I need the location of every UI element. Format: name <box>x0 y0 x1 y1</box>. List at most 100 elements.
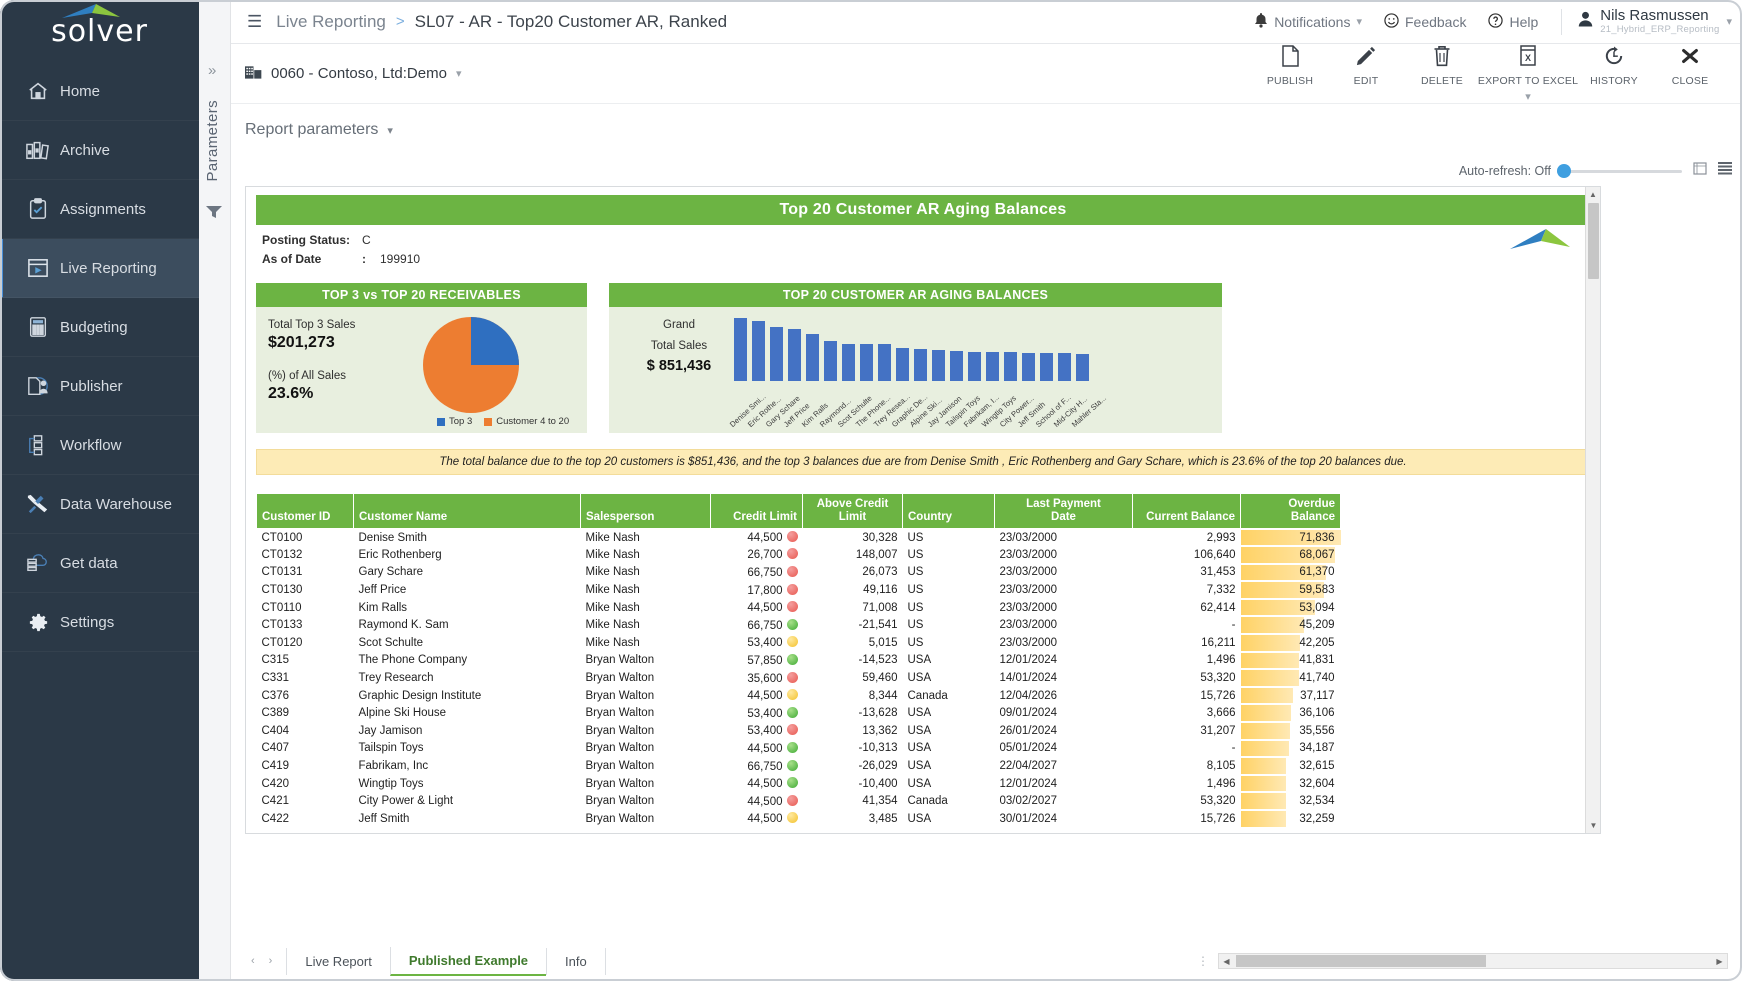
table-row[interactable]: C376Graphic Design InstituteBryan Walton… <box>257 687 1341 705</box>
edit-label: EDIT <box>1354 75 1379 87</box>
canvas-vertical-scrollbar[interactable]: ▲ ▼ <box>1585 187 1600 833</box>
breadcrumb-current[interactable]: SL07 - AR - Top20 Customer AR, Ranked <box>415 12 727 32</box>
table-row[interactable]: C315The Phone CompanyBryan Walton57,850-… <box>257 652 1341 670</box>
chevron-down-icon[interactable]: ▾ <box>1525 90 1531 103</box>
sidebar-item-data-warehouse[interactable]: Data Warehouse <box>0 475 199 534</box>
toggle-knob[interactable] <box>1557 164 1571 178</box>
table-row[interactable]: C421City Power & LightBryan Walton44,500… <box>257 792 1341 810</box>
breadcrumb-root[interactable]: Live Reporting <box>276 12 386 32</box>
report-parameters-toggle[interactable]: Report parameters <box>245 121 378 139</box>
table-row[interactable]: CT0130Jeff PriceMike Nash17,80049,116US2… <box>257 581 1341 599</box>
table-header-salesperson[interactable]: Salesperson <box>581 494 711 529</box>
horizontal-scrollbar[interactable]: ◀ ▶ <box>1218 953 1728 969</box>
table-header-customer_id[interactable]: Customer ID <box>257 494 354 529</box>
sidebar-item-label: Data Warehouse <box>60 496 172 513</box>
table-header-last_payment_date[interactable]: Last PaymentDate <box>995 494 1133 529</box>
tab-published-example[interactable]: Published Example <box>390 947 546 976</box>
sidebar-item-live-reporting[interactable]: Live Reporting <box>0 239 199 298</box>
cell-salesperson: Bryan Walton <box>581 792 711 810</box>
close-button[interactable]: CLOSE <box>1652 45 1728 87</box>
sidebar-item-workflow[interactable]: Workflow <box>0 416 199 475</box>
delete-button[interactable]: DELETE <box>1404 45 1480 87</box>
table-row[interactable]: CT0110Kim RallsMike Nash44,50071,008US23… <box>257 599 1341 617</box>
history-button[interactable]: HISTORY <box>1576 45 1652 87</box>
sidebar-item-home[interactable]: Home <box>0 62 199 121</box>
scroll-down-button[interactable]: ▼ <box>1586 818 1601 833</box>
table-row[interactable]: CT0120Scot SchulteMike Nash53,4005,015US… <box>257 634 1341 652</box>
sheet-next-button[interactable]: › <box>269 955 273 967</box>
table-row[interactable]: C420Wingtip ToysBryan Walton44,500-10,40… <box>257 775 1341 793</box>
table-header-customer_name[interactable]: Customer Name <box>354 494 581 529</box>
table-row[interactable]: C407Tailspin ToysBryan Walton44,500-10,3… <box>257 740 1341 758</box>
feedback-button[interactable]: Feedback <box>1375 8 1475 36</box>
user-text-block: Nils Rasmussen 21_Hybrid_ERP_Reporting <box>1600 8 1719 35</box>
grip-dots-icon[interactable]: ⋮ <box>1197 954 1210 968</box>
cell-customer_name: Eric Rothenberg <box>354 546 581 564</box>
table-row[interactable]: C404Jay JamisonBryan Walton53,40013,362U… <box>257 722 1341 740</box>
table-header-current_balance[interactable]: Current Balance <box>1133 494 1241 529</box>
table-row[interactable]: C331Trey ResearchBryan Walton35,60059,46… <box>257 669 1341 687</box>
hscroll-track[interactable] <box>1234 954 1712 968</box>
table-row[interactable]: CT0131Gary SchareMike Nash66,75026,073US… <box>257 564 1341 582</box>
company-selector[interactable]: 0060 - Contoso, Ltd:Demo ▾ <box>245 64 461 84</box>
sidebar-item-budgeting[interactable]: Budgeting <box>0 298 199 357</box>
divider <box>1561 9 1562 35</box>
table-header-country[interactable]: Country <box>903 494 995 529</box>
cell-customer_name: Graphic Design Institute <box>354 687 581 705</box>
edit-button[interactable]: EDIT <box>1328 45 1404 87</box>
scroll-up-button[interactable]: ▲ <box>1586 187 1600 202</box>
help-button[interactable]: Help <box>1479 8 1547 36</box>
grid-view-icon[interactable] <box>1718 162 1732 180</box>
publish-button[interactable]: PUBLISH <box>1252 45 1328 87</box>
table-header-above_credit_limit[interactable]: Above CreditLimit <box>803 494 903 529</box>
horizontal-scroll-thumb[interactable] <box>1236 955 1486 967</box>
table-row[interactable]: C419Fabrikam, IncBryan Walton66,750-26,0… <box>257 757 1341 775</box>
user-menu[interactable]: Nils Rasmussen 21_Hybrid_ERP_Reporting ▾ <box>1576 6 1736 37</box>
brand-logo[interactable]: solver <box>0 0 199 62</box>
filter-icon[interactable] <box>206 205 222 224</box>
pie-chart <box>423 317 519 418</box>
menu-hamburger-icon[interactable]: ☰ <box>243 13 276 30</box>
table-row[interactable]: CT0100Denise SmithMike Nash44,50030,328U… <box>257 529 1341 547</box>
bar-chart-bar <box>1022 353 1035 381</box>
chevron-down-icon[interactable]: ▾ <box>456 67 462 80</box>
sidebar-item-publisher[interactable]: Publisher <box>0 357 199 416</box>
tab-live-report[interactable]: Live Report <box>286 948 389 975</box>
cell-current_balance: 7,332 <box>1133 581 1241 599</box>
cell-customer_id: C315 <box>257 652 354 670</box>
sidebar-item-get-data[interactable]: Get data <box>0 534 199 593</box>
cell-customer_name: Wingtip Toys <box>354 775 581 793</box>
cell-customer_id: CT0130 <box>257 581 354 599</box>
summary-callout: The total balance due to the top 20 cust… <box>256 449 1590 475</box>
tab-info[interactable]: Info <box>546 948 606 975</box>
fullscreen-icon[interactable] <box>1693 162 1707 180</box>
hscroll-left-button[interactable]: ◀ <box>1219 957 1234 966</box>
sidebar-item-settings[interactable]: Settings <box>0 593 199 652</box>
chevron-down-icon[interactable]: ▾ <box>1726 15 1732 28</box>
cell-above_credit_limit: -14,523 <box>803 652 903 670</box>
table-row[interactable]: C389Alpine Ski HouseBryan Walton53,400-1… <box>257 704 1341 722</box>
table-header-overdue_balance[interactable]: Overdue Balance <box>1241 494 1341 529</box>
export-to-excel-button[interactable]: X EXPORT TO EXCEL ▾ <box>1480 45 1576 103</box>
chevron-down-icon[interactable]: ▾ <box>387 124 393 137</box>
overdue-databar <box>1241 688 1293 704</box>
expand-parameters-button[interactable]: » <box>208 62 216 79</box>
auto-refresh-toggle[interactable] <box>1557 164 1682 178</box>
panel-a-header: TOP 3 vs TOP 20 RECEIVABLES <box>256 283 587 307</box>
table-header-credit_limit[interactable]: Credit Limit <box>711 494 803 529</box>
table-row[interactable]: CT0132Eric RothenbergMike Nash26,700148,… <box>257 546 1341 564</box>
notifications-button[interactable]: Notifications ▾ <box>1245 8 1371 36</box>
table-row[interactable]: CT0133Raymond K. SamMike Nash66,750-21,5… <box>257 616 1341 634</box>
table-row[interactable]: C422Jeff SmithBryan Walton44,5003,485USA… <box>257 810 1341 828</box>
sidebar-item-assignments[interactable]: Assignments <box>0 180 199 239</box>
cell-country: US <box>903 581 995 599</box>
cell-credit_limit: 66,750 <box>711 564 803 582</box>
vertical-scroll-thumb[interactable] <box>1588 203 1599 279</box>
sheet-prev-button[interactable]: ‹ <box>251 955 255 967</box>
parameters-rail-label[interactable]: Parameters <box>204 100 221 182</box>
cell-credit_limit: 44,500 <box>711 599 803 617</box>
sidebar-item-label: Home <box>60 83 100 100</box>
sidebar-item-archive[interactable]: Archive <box>0 121 199 180</box>
hscroll-right-button[interactable]: ▶ <box>1712 957 1727 966</box>
bar-chart-bar <box>842 344 855 381</box>
